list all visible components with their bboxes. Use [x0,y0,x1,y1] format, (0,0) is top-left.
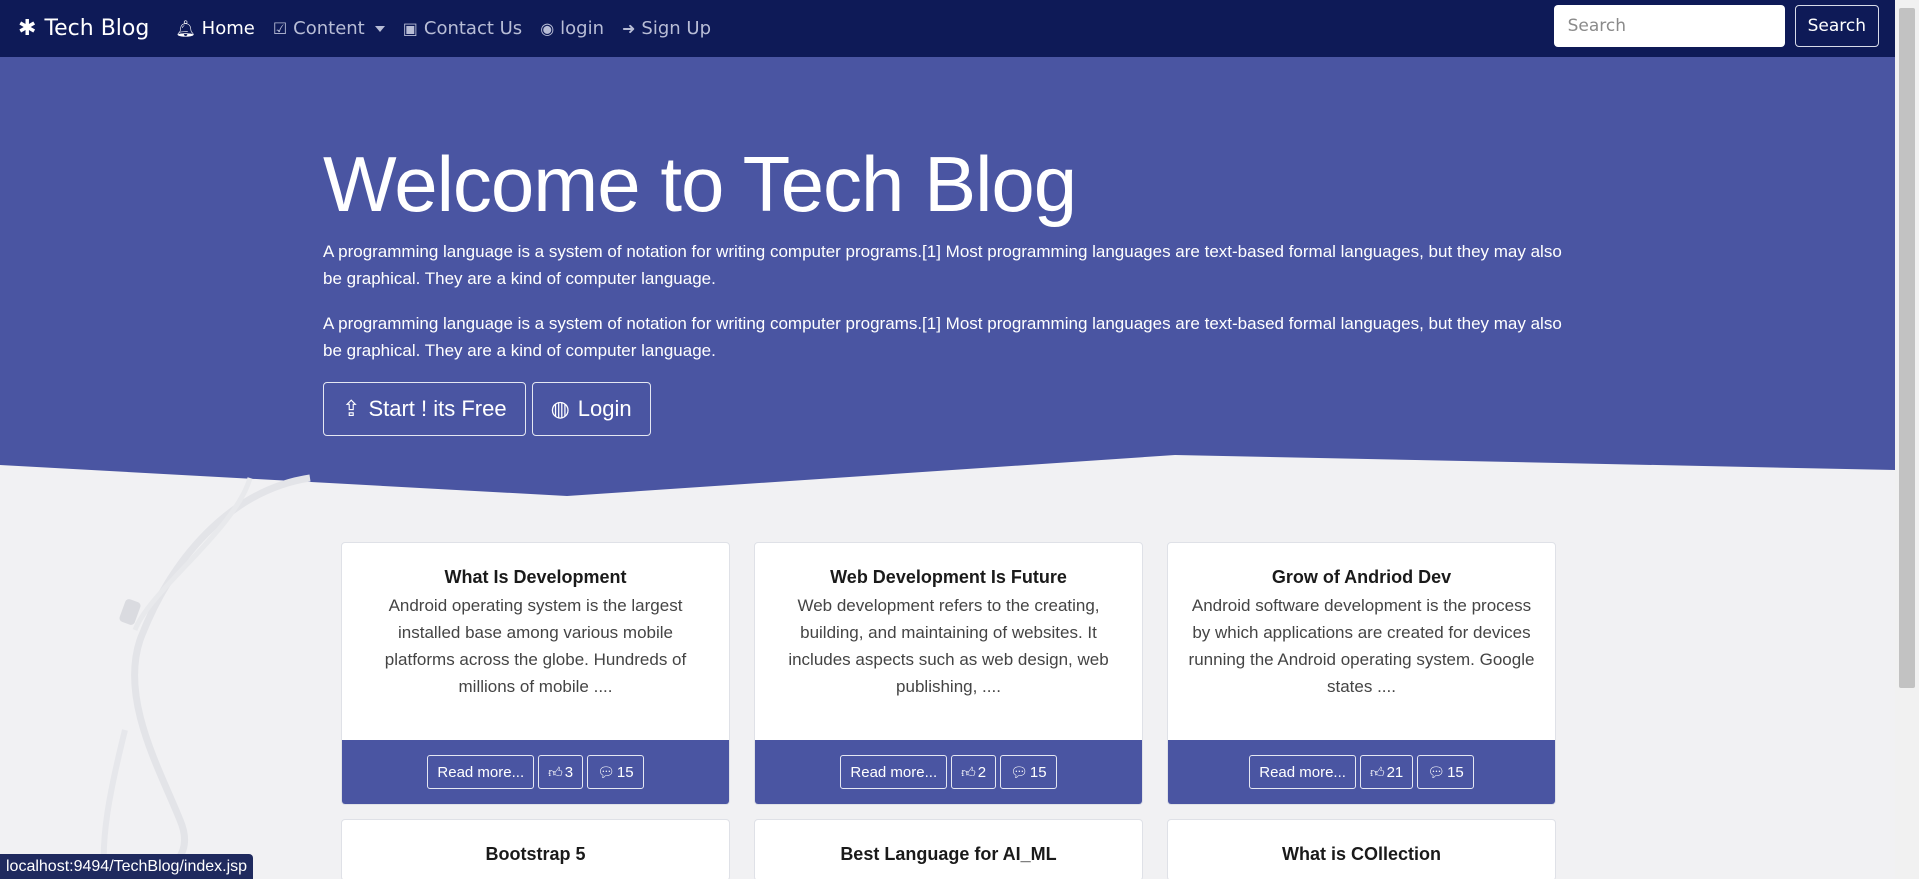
comment-icon: 💬︎ [1010,763,1028,780]
hero-title: Welcome to Tech Blog [323,140,1077,228]
card-body: What is COllection [1168,820,1555,879]
nav-item-label: Home [201,18,255,39]
comment-count: 15 [1029,763,1047,781]
card-text: Web development refers to the creating, … [788,596,1109,696]
link-status-url: localhost:9494/TechBlog/index.jsp [0,854,254,879]
nav-item-home[interactable]: 🔔︎ Home [175,18,254,39]
nav-item-label: Content [293,18,365,39]
read-more-button[interactable]: Read more... [840,755,948,789]
asterisk-icon: ✱ [18,16,37,41]
login-button[interactable]: ◍ Login [531,381,651,436]
post-grid: What Is Development Android operating sy… [341,542,1556,879]
hero-banner: Welcome to Tech Blog A programming langu… [0,57,1895,497]
thumbs-up-icon: 👍︎ [548,763,563,780]
start-free-button[interactable]: ⇪ Start ! its Free [323,381,526,436]
bell-icon: 🔔︎ [175,19,196,38]
search-form: Search [1553,5,1879,47]
like-count: 2 [977,763,987,781]
card-text: Android software development is the proc… [1188,596,1535,696]
post-card: Grow of Andriod Dev Android software dev… [1167,542,1556,805]
read-more-button[interactable]: Read more... [427,755,535,789]
card-title: Grow of Andriod Dev [1271,567,1452,587]
card-footer: Read more... 👍︎ 2 💬︎ 15 [755,740,1142,804]
nav-item-signup[interactable]: ➜ Sign Up [622,18,711,39]
page-scrollbar[interactable] [1895,0,1919,879]
card-body: Web Development Is Future Web developmen… [755,543,1142,740]
comment-count: 15 [1447,763,1464,781]
card-body: Bootstrap 5 [342,820,729,879]
thumbs-up-icon: 👍︎ [1369,763,1385,780]
read-more-button[interactable]: Read more... [1249,755,1356,789]
comment-button[interactable]: 💬︎ 15 [1417,755,1474,789]
nav-item-contact[interactable]: ▣ Contact Us [403,18,522,39]
start-free-label: Start ! its Free [368,395,507,421]
check-square-icon: ☑ [272,19,288,38]
share-icon: ⇪ [342,395,361,421]
post-card: Bootstrap 5 [341,819,730,879]
card-footer: Read more... 👍︎ 3 💬︎ 15 [342,740,729,804]
like-button[interactable]: 👍︎ 21 [1359,755,1414,789]
comment-icon: 💬︎ [1427,763,1446,780]
earphone-cable-image [100,474,311,879]
login-label: Login [577,395,632,421]
like-count: 3 [564,763,574,781]
nav-item-content[interactable]: ☑ Content [273,18,385,39]
globe-icon: ◍ [550,395,570,421]
card-body: Best Language for AI_ML [755,820,1142,879]
search-input[interactable] [1553,5,1785,47]
card-body: What Is Development Android operating sy… [342,543,729,740]
card-text: Android operating system is the largest … [384,596,687,696]
brand-label: Tech Blog [44,16,150,41]
chevron-down-icon [374,25,385,32]
scrollbar-thumb[interactable] [1899,8,1915,688]
like-button[interactable]: 👍︎ 3 [538,755,584,789]
comment-button[interactable]: 💬︎ 15 [587,755,644,789]
hero-paragraph: A programming language is a system of no… [323,241,1562,288]
nav-item-label: Contact Us [423,18,523,39]
post-card: Best Language for AI_ML [754,819,1143,879]
card-title: Web Development Is Future [830,567,1067,587]
post-card: What Is Development Android operating sy… [341,542,730,805]
nav-links: 🔔︎ Home ☑ Content ▣ Contact Us ◉ login ➜… [175,18,711,39]
like-button[interactable]: 👍︎ 2 [951,755,997,789]
top-navbar: ✱ Tech Blog 🔔︎ Home ☑ Content ▣ Contact … [0,0,1895,57]
card-title: What Is Development [444,567,627,587]
nav-item-label: login [560,18,605,39]
card-body: Grow of Andriod Dev Android software dev… [1168,543,1555,740]
hero-paragraph: A programming language is a system of no… [323,313,1562,360]
nav-item-label: Sign Up [641,18,712,39]
comment-button[interactable]: 💬︎ 15 [1000,755,1057,789]
search-button[interactable]: Search [1794,5,1879,47]
card-title: What is COllection [1281,844,1441,864]
post-card: Web Development Is Future Web developmen… [754,542,1143,805]
user-circle-icon: ◉ [540,19,555,38]
card-footer: Read more... 👍︎ 21 💬︎ 15 [1168,740,1555,804]
hero-content: Welcome to Tech Blog A programming langu… [323,140,1583,436]
comment-icon: 💬︎ [597,763,615,780]
thumbs-up-icon: 👍︎ [961,763,976,780]
post-card: What is COllection [1167,819,1556,879]
comment-count: 15 [616,763,634,781]
contact-icon: ▣ [402,19,418,38]
card-title: Bootstrap 5 [485,844,586,864]
hero-buttons: ⇪ Start ! its Free ◍ Login [323,381,1583,436]
sign-in-icon: ➜ [622,19,636,38]
brand-link[interactable]: ✱ Tech Blog [18,16,149,41]
nav-item-login[interactable]: ◉ login [540,18,604,39]
like-count: 21 [1386,763,1404,781]
card-title: Best Language for AI_ML [840,844,1057,864]
